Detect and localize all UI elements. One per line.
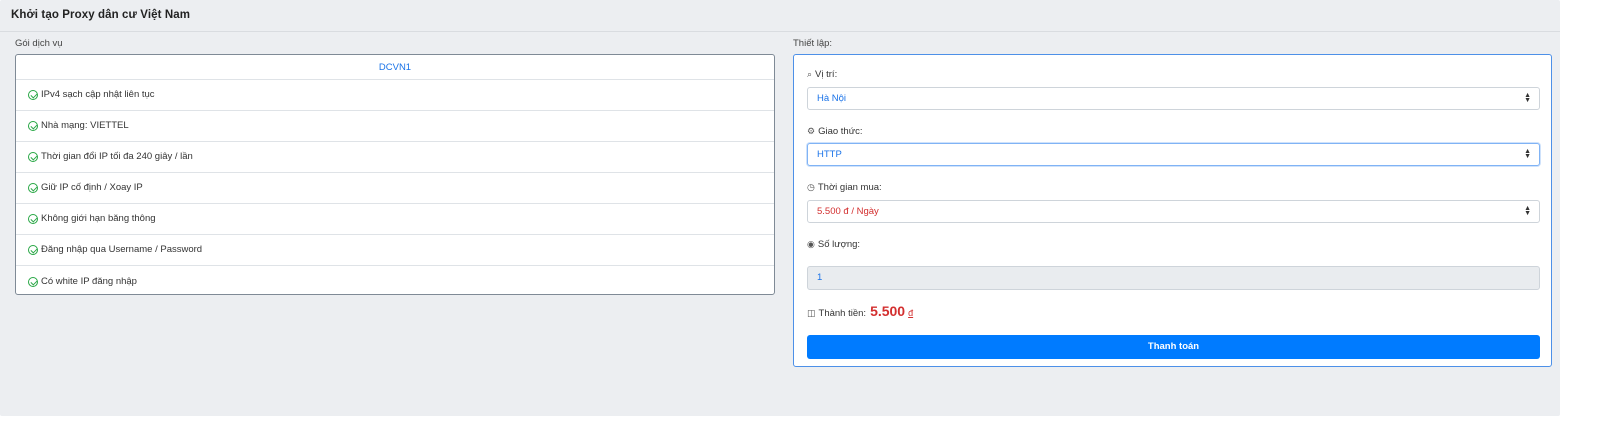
- total-currency: đ: [908, 308, 914, 318]
- duration-label-text: Thời gian mua:: [817, 182, 882, 193]
- total-row: ◫ Thành tiền: 5.500 đ: [807, 303, 913, 319]
- check-circle-icon: [28, 90, 38, 100]
- feature-item: Đăng nhập qua Username / Password: [16, 235, 774, 266]
- page-header: Khởi tạo Proxy dân cư Việt Nam: [0, 0, 1560, 32]
- check-circle-icon: [28, 276, 38, 287]
- service-panel: DCVN1 IPv4 sạch cập nhật liên tục Nhà mạ…: [15, 54, 775, 295]
- feature-text: Có white IP đăng nhập: [41, 275, 137, 287]
- check-circle-icon: [28, 121, 38, 131]
- feature-item: Giữ IP cố định / Xoay IP: [16, 173, 774, 204]
- check-circle-icon: [28, 183, 38, 193]
- stack-icon: ◉: [807, 239, 815, 249]
- quantity-label: ◉ Số lượng:: [807, 239, 860, 250]
- page-container: Khởi tạo Proxy dân cư Việt Nam Gói dịch …: [0, 0, 1560, 416]
- feature-item: IPv4 sạch cập nhật liên tục: [16, 80, 774, 111]
- total-value: 5.500: [870, 303, 906, 319]
- location-label-text: Vị trí:: [815, 69, 838, 80]
- total-label: Thành tiền:: [818, 308, 867, 319]
- settings-section-label: Thiết lập:: [793, 38, 833, 49]
- page-title: Khởi tạo Proxy dân cư Việt Nam: [11, 9, 191, 21]
- select-arrows-icon: ▲ ▼: [1524, 205, 1531, 217]
- feature-text: Giữ IP cố định / Xoay IP: [41, 182, 143, 193]
- feature-item: Thời gian đổi IP tối đa 240 giây / lần: [16, 142, 774, 173]
- feature-item: Không giới hạn băng thông: [16, 204, 774, 235]
- protocol-label: ⚙ Giao thức:: [807, 126, 862, 137]
- search-icon: ⌕: [807, 69, 813, 79]
- feature-item: Có white IP đăng nhập: [16, 266, 774, 294]
- duration-value: 5.500 đ / Ngày: [817, 206, 879, 217]
- feature-text: Không giới hạn băng thông: [41, 213, 156, 224]
- protocol-select[interactable]: HTTP ▲ ▼: [807, 143, 1540, 166]
- feature-text: Đăng nhập qua Username / Password: [41, 244, 203, 255]
- feature-item: Nhà mạng: VIETTEL: [16, 111, 774, 142]
- location-label: ⌕ Vị trí:: [807, 69, 837, 80]
- gears-icon: ⚙: [807, 126, 816, 136]
- location-value: Hà Nội: [817, 93, 847, 104]
- pay-button[interactable]: Thanh toán: [807, 335, 1540, 359]
- check-circle-icon: [28, 152, 38, 162]
- check-circle-icon: [28, 214, 38, 224]
- trash-icon: ◫: [807, 308, 816, 318]
- protocol-label-text: Giao thức:: [818, 126, 863, 137]
- feature-text: Nhà mạng: VIETTEL: [41, 120, 129, 131]
- feature-text: Thời gian đổi IP tối đa 240 giây / lần: [41, 151, 193, 162]
- feature-text: IPv4 sạch cập nhật liên tục: [41, 89, 155, 100]
- service-name: DCVN1: [16, 55, 774, 80]
- duration-label: ◷ Thời gian mua:: [807, 182, 882, 193]
- settings-panel: ⌕ Vị trí: Hà Nội ▲ ▼ ⚙ Giao thức: HTTP ▲ ▼…: [793, 54, 1552, 367]
- quantity-input[interactable]: 1: [807, 266, 1540, 290]
- select-arrows-icon: ▲ ▼: [1524, 92, 1531, 104]
- select-arrows-icon: ▲ ▼: [1524, 148, 1531, 160]
- protocol-value: HTTP: [817, 149, 842, 160]
- duration-select[interactable]: 5.500 đ / Ngày ▲ ▼: [807, 200, 1540, 223]
- quantity-label-text: Số lượng:: [817, 239, 861, 250]
- clock-icon: ◷: [807, 182, 815, 192]
- service-section-label: Gói dịch vụ: [15, 38, 63, 49]
- location-select[interactable]: Hà Nội ▲ ▼: [807, 87, 1540, 110]
- check-circle-icon: [28, 245, 38, 255]
